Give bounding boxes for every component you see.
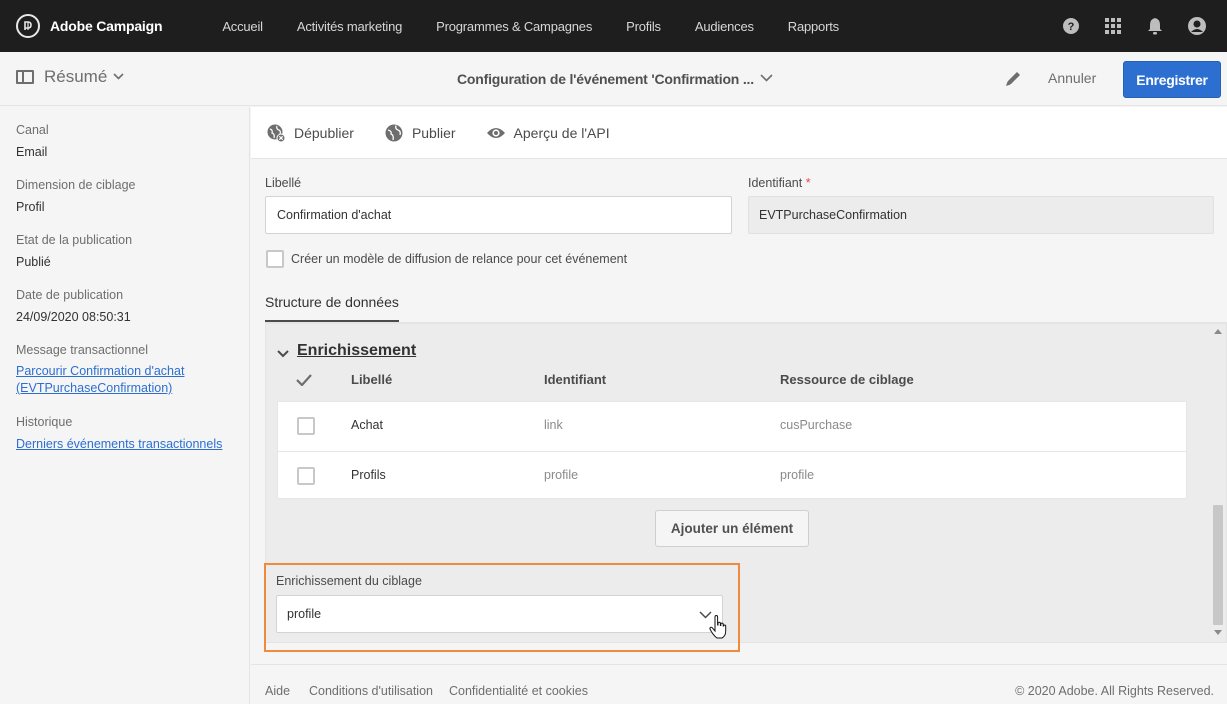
- canal-label: Canal: [16, 123, 49, 137]
- page-header-bar: Résumé Configuration de l'événement 'Con…: [0, 52, 1227, 106]
- enrichment-section-title[interactable]: Enrichissement: [297, 342, 416, 360]
- reminder-template-label[interactable]: Créer un modèle de diffusion de relance …: [291, 252, 627, 266]
- eye-icon: [486, 127, 505, 138]
- targeting-enrichment-label: Enrichissement du ciblage: [276, 574, 422, 588]
- save-button[interactable]: Enregistrer: [1123, 61, 1221, 98]
- dimension-value: Profil: [16, 200, 45, 214]
- chevron-down-icon: [113, 71, 124, 83]
- enrichment-table: Achat link cusPurchase Profils profile p…: [277, 401, 1187, 499]
- dimension-label: Dimension de ciblage: [16, 178, 136, 192]
- panel-scrollbar[interactable]: [1210, 324, 1226, 642]
- summary-label: Résumé: [44, 67, 108, 86]
- column-header-ressource: Ressource de ciblage: [780, 372, 914, 387]
- main-content: Dépublier Publier Aperçu de l'API Libell…: [251, 107, 1227, 704]
- nav-item-rapports[interactable]: Rapports: [788, 19, 839, 34]
- history-link[interactable]: Derniers événements transactionnels: [16, 436, 222, 453]
- history-label: Historique: [16, 415, 73, 429]
- cancel-button[interactable]: Annuler: [1048, 70, 1096, 86]
- identifiant-label: Identifiant *: [748, 176, 811, 190]
- app-title: Adobe Campaign: [50, 18, 163, 34]
- cell-libelle: Profils: [351, 468, 386, 482]
- nav-item-programmes-campagnes[interactable]: Programmes & Campagnes: [436, 19, 592, 34]
- column-header-libelle: Libellé: [351, 372, 393, 387]
- scroll-down-arrow-icon[interactable]: [1214, 630, 1222, 635]
- cell-ressource: profile: [780, 468, 815, 482]
- footer-terms-link[interactable]: Conditions d'utilisation: [309, 684, 433, 698]
- main-nav: Accueil Activités marketing Programmes &…: [222, 19, 873, 34]
- help-icon[interactable]: ?: [1061, 16, 1081, 36]
- apps-grid-icon[interactable]: [1103, 16, 1123, 36]
- svg-text:?: ?: [1068, 21, 1075, 33]
- column-header-identifiant: Identifiant: [544, 372, 607, 387]
- summary-toggle-button[interactable]: Résumé: [16, 67, 124, 87]
- scrollbar-thumb[interactable]: [1213, 505, 1223, 625]
- action-bar: Dépublier Publier Aperçu de l'API: [251, 107, 1227, 159]
- transactional-message-link-line2: (EVTPurchaseConfirmation): [16, 381, 173, 395]
- transactional-message-label: Message transactionnel: [16, 343, 149, 357]
- scroll-up-arrow-icon[interactable]: [1214, 329, 1222, 334]
- edit-pencil-icon[interactable]: [1004, 69, 1023, 91]
- nav-item-accueil[interactable]: Accueil: [222, 19, 263, 34]
- reminder-template-checkbox[interactable]: [266, 250, 284, 268]
- tab-structure-de-donnees[interactable]: Structure de données: [265, 294, 399, 322]
- publication-date-value: 24/09/2020 08:50:31: [16, 310, 131, 324]
- nav-item-activites-marketing[interactable]: Activités marketing: [297, 19, 402, 34]
- cell-ressource: cusPurchase: [780, 418, 853, 432]
- cell-identifiant: link: [544, 418, 563, 432]
- page-footer: Aide Conditions d'utilisation Confidenti…: [251, 664, 1227, 704]
- publish-label: Publier: [411, 124, 456, 141]
- table-row[interactable]: Profils profile profile: [278, 451, 1186, 500]
- row-checkbox[interactable]: [297, 417, 315, 435]
- canal-value: Email: [16, 145, 48, 159]
- summary-panel: Canal Email Dimension de ciblage Profil …: [0, 107, 250, 704]
- app-logo[interactable]: Adobe Campaign: [16, 14, 163, 38]
- globe-unpublish-icon: [267, 124, 286, 142]
- libelle-input[interactable]: Confirmation d'achat: [265, 196, 732, 234]
- cell-libelle: Achat: [351, 418, 383, 432]
- unpublish-button[interactable]: Dépublier: [266, 123, 354, 143]
- footer-privacy-link[interactable]: Confidentialité et cookies: [449, 684, 588, 698]
- adobe-campaign-logo-icon: [16, 14, 40, 38]
- globe-icon: [385, 124, 403, 141]
- publish-button[interactable]: Publier: [384, 123, 456, 143]
- unpublish-label: Dépublier: [294, 124, 354, 141]
- side-panel-icon: [16, 70, 34, 84]
- api-preview-button[interactable]: Aperçu de l'API: [486, 125, 610, 141]
- targeting-enrichment-select[interactable]: profile: [276, 595, 723, 633]
- api-preview-label: Aperçu de l'API: [513, 124, 610, 141]
- notifications-bell-icon[interactable]: [1145, 16, 1165, 36]
- footer-copyright: © 2020 Adobe. All Rights Reserved.: [1015, 684, 1214, 698]
- publication-date-label: Date de publication: [16, 288, 124, 302]
- transactional-message-link[interactable]: Parcourir Confirmation d'achat (EVTPurch…: [16, 363, 184, 397]
- add-element-button[interactable]: Ajouter un élément: [655, 510, 809, 547]
- footer-help-link[interactable]: Aide: [265, 684, 290, 698]
- nav-item-profils[interactable]: Profils: [626, 19, 661, 34]
- libelle-label: Libellé: [265, 176, 302, 190]
- title-chevron-down-icon[interactable]: [760, 70, 773, 85]
- required-asterisk: *: [805, 176, 811, 190]
- top-icons: ?: [1039, 0, 1207, 52]
- page-title: Configuration de l'événement 'Confirmati…: [457, 71, 754, 87]
- cell-identifiant: profile: [544, 468, 579, 482]
- publication-state-value: Publié: [16, 255, 51, 269]
- identifiant-input: EVTPurchaseConfirmation: [748, 196, 1214, 234]
- publication-state-label: Etat de la publication: [16, 233, 133, 247]
- row-checkbox[interactable]: [297, 467, 315, 485]
- user-avatar-icon[interactable]: [1187, 16, 1207, 36]
- top-navigation-bar: Adobe Campaign Accueil Activités marketi…: [0, 0, 1227, 52]
- hand-pointer-cursor-icon: [709, 614, 727, 642]
- targeting-enrichment-value: profile: [287, 607, 322, 621]
- select-all-checkmark-icon[interactable]: [296, 374, 312, 389]
- transactional-message-link-line1: Parcourir Confirmation d'achat: [16, 364, 185, 378]
- table-row[interactable]: Achat link cusPurchase: [278, 402, 1186, 451]
- identifiant-label-text: Identifiant: [748, 176, 803, 190]
- nav-item-audiences[interactable]: Audiences: [695, 19, 754, 34]
- section-collapse-chevron-icon[interactable]: [277, 346, 289, 361]
